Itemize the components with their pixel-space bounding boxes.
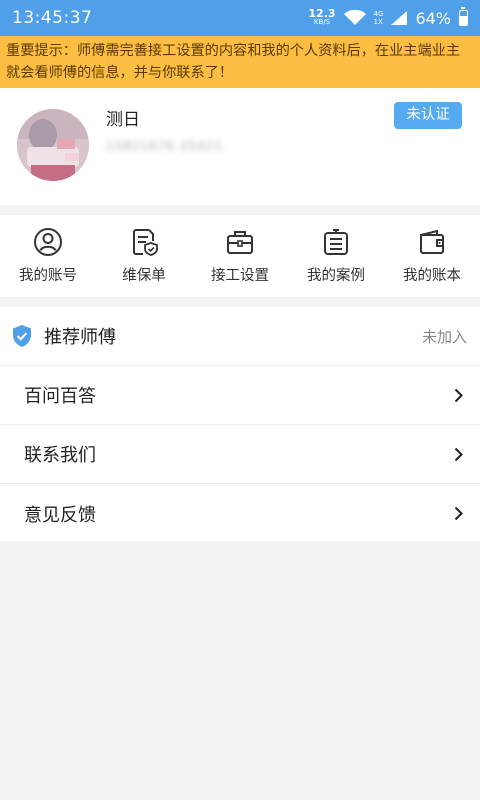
cell-signal-icon xyxy=(391,11,408,25)
status-time: 13:45:37 xyxy=(12,8,93,28)
verify-button[interactable]: 未认证 xyxy=(394,102,462,129)
wallet-icon xyxy=(420,229,444,254)
chevron-right-icon xyxy=(454,506,463,521)
status-bar: 13:45:37 12.3 KB/S 4G 1X 64% xyxy=(0,0,480,36)
signal-type-bottom: 1X xyxy=(373,18,383,26)
list-item-feedback[interactable]: 意见反馈 xyxy=(0,484,480,543)
chevron-right-icon xyxy=(454,447,463,461)
chevron-right-icon xyxy=(454,388,463,402)
status-indicators: 12.3 KB/S 4G 1X 64% xyxy=(308,7,468,28)
menu-label: 维保单 xyxy=(122,268,166,284)
profile-phone: 15821676 25421 xyxy=(106,139,224,153)
menu-label: 接工设置 xyxy=(211,268,269,284)
profile-name: 测日 xyxy=(106,110,140,130)
battery-percent: 64% xyxy=(415,8,451,28)
recommend-status: 未加入 xyxy=(421,327,467,346)
list-item-label: 百问百答 xyxy=(24,386,96,407)
user-icon xyxy=(34,228,62,256)
signal-type: 4G 1X xyxy=(374,10,384,26)
function-menu: 我的账号 维保单 接工设置 我的案例 我的账本 xyxy=(0,215,480,297)
list-item-label: 联系我们 xyxy=(24,445,96,466)
network-speed-value: 12.3 xyxy=(308,7,336,20)
list-item-label: 意见反馈 xyxy=(24,504,96,526)
list-item-label: 推荐师傅 xyxy=(44,327,116,348)
network-speed-unit: KB/S xyxy=(313,18,331,26)
settings-list: 推荐师傅 未加入 百问百答 联系我们 意见反馈 xyxy=(0,307,480,541)
notice-banner: 重要提示：师傅需完善接工设置的内容和我的个人资料后，在业主端业主就会看师傅的信息… xyxy=(0,36,480,88)
document-shield-icon xyxy=(133,229,158,256)
menu-my-account[interactable]: 我的账号 xyxy=(0,215,96,297)
profile-card[interactable]: 测日 15821676 25421 未认证 xyxy=(0,88,480,205)
menu-label: 我的案例 xyxy=(307,268,365,284)
shield-check-icon xyxy=(13,325,31,347)
battery-icon xyxy=(459,7,468,26)
menu-my-cases[interactable]: 我的案例 xyxy=(288,215,384,297)
list-item-recommend-master[interactable]: 推荐师傅 未加入 xyxy=(0,307,480,366)
menu-job-settings[interactable]: 接工设置 xyxy=(192,215,288,297)
menu-label: 我的账本 xyxy=(403,268,461,284)
list-item-faq[interactable]: 百问百答 xyxy=(0,366,480,425)
toolbox-icon xyxy=(227,231,253,254)
menu-label: 我的账号 xyxy=(19,268,77,284)
wifi-icon xyxy=(343,10,366,25)
clipboard-list-icon xyxy=(324,229,348,255)
list-item-contact-us[interactable]: 联系我们 xyxy=(0,425,480,484)
menu-maintenance-orders[interactable]: 维保单 xyxy=(96,215,192,297)
network-speed: 12.3 KB/S xyxy=(308,7,336,27)
signal-type-top: 4G xyxy=(373,10,384,18)
avatar[interactable] xyxy=(17,109,89,181)
menu-my-ledger[interactable]: 我的账本 xyxy=(384,215,480,297)
